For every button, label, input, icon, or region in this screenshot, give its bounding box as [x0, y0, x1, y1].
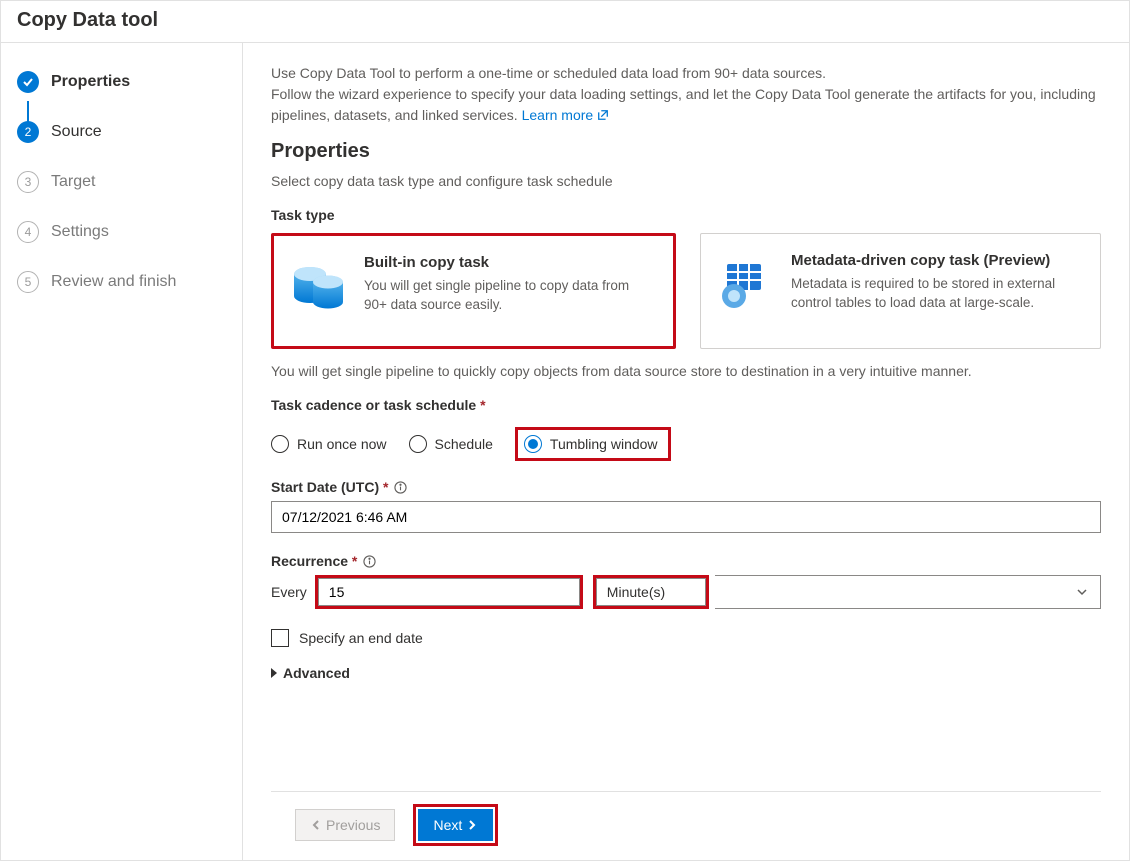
radio-icon [524, 435, 542, 453]
recurrence-label: Recurrence [271, 553, 376, 569]
previous-button[interactable]: Previous [295, 809, 395, 841]
start-date-label: Start Date (UTC) [271, 479, 407, 495]
task-note: You will get single pipeline to quickly … [271, 363, 1101, 379]
step-number-icon: 4 [17, 221, 39, 243]
radio-run-once[interactable]: Run once now [271, 435, 387, 453]
step-source[interactable]: 2 Source [1, 107, 242, 157]
section-heading: Properties [271, 140, 1101, 163]
step-review[interactable]: 5 Review and finish [1, 257, 242, 307]
grid-data-icon [715, 254, 775, 314]
wizard-footer: Previous Next [271, 791, 1101, 860]
recurrence-unit-select-expand[interactable] [715, 575, 1101, 609]
end-date-label: Specify an end date [299, 630, 423, 646]
step-settings[interactable]: 4 Settings [1, 207, 242, 257]
radio-tumbling-window[interactable]: Tumbling window [524, 435, 658, 453]
start-date-input[interactable] [271, 501, 1101, 533]
card-title: Built-in copy task [364, 254, 655, 271]
learn-more-link[interactable]: Learn more [522, 107, 609, 123]
cadence-label: Task cadence or task schedule [271, 397, 486, 413]
radio-icon [271, 435, 289, 453]
step-properties[interactable]: Properties [1, 57, 242, 107]
card-desc: You will get single pipeline to copy dat… [364, 277, 655, 315]
chevron-left-icon [310, 819, 322, 831]
info-icon[interactable] [394, 481, 407, 494]
card-desc: Metadata is required to be stored in ext… [791, 275, 1082, 313]
info-icon[interactable] [363, 555, 376, 568]
task-type-label: Task type [271, 207, 1101, 223]
check-icon [17, 71, 39, 93]
every-label: Every [271, 584, 309, 600]
step-number-icon: 5 [17, 271, 39, 293]
chevron-right-icon [271, 668, 277, 678]
page-title: Copy Data tool [1, 1, 1129, 43]
database-icon [288, 256, 348, 316]
end-date-checkbox[interactable] [271, 629, 289, 647]
step-target[interactable]: 3 Target [1, 157, 242, 207]
intro-text: Use Copy Data Tool to perform a one-time… [271, 63, 1101, 126]
section-subheading: Select copy data task type and configure… [271, 173, 1101, 189]
chevron-down-icon [1076, 586, 1088, 598]
advanced-expander[interactable]: Advanced [271, 665, 350, 681]
recurrence-value-input[interactable] [318, 578, 580, 606]
card-metadata-copy[interactable]: Metadata-driven copy task (Preview) Meta… [700, 233, 1101, 349]
card-builtin-copy[interactable]: Built-in copy task You will get single p… [271, 233, 676, 349]
step-number-icon: 3 [17, 171, 39, 193]
radio-schedule[interactable]: Schedule [409, 435, 493, 453]
radio-icon [409, 435, 427, 453]
recurrence-unit-select[interactable]: Minute(s) [596, 578, 706, 606]
main-panel: Use Copy Data Tool to perform a one-time… [243, 43, 1129, 860]
wizard-steps: Properties 2 Source 3 Target 4 Settings … [1, 43, 243, 860]
external-link-icon [597, 109, 609, 121]
chevron-right-icon [466, 819, 478, 831]
card-title: Metadata-driven copy task (Preview) [791, 252, 1082, 269]
step-number-icon: 2 [17, 121, 39, 143]
next-button[interactable]: Next [418, 809, 493, 841]
